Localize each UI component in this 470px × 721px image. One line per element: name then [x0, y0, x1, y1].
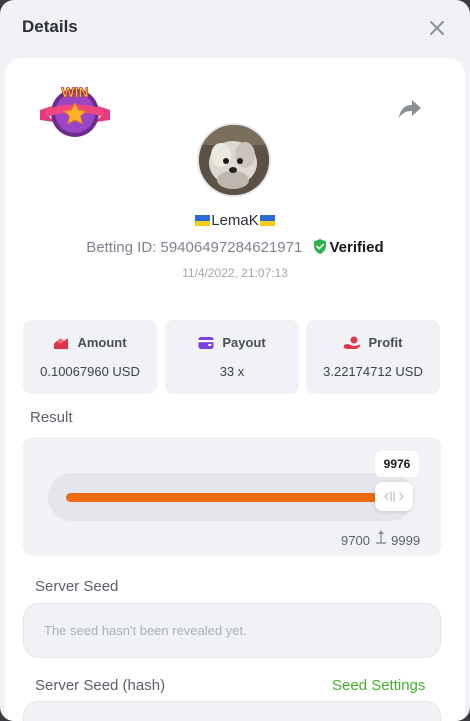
amount-value: 0.10067960 USD	[40, 364, 140, 379]
details-modal: Details WIN LemaK Betting ID: 5940649728…	[0, 0, 470, 721]
payout-value: 33 x	[219, 364, 245, 379]
range-max: 9999	[391, 533, 421, 548]
profit-card: Profit 3.22174712 USD	[306, 320, 440, 394]
amount-label: Amount	[77, 335, 127, 350]
username: LemaK	[5, 212, 465, 229]
details-content: WIN LemaK Betting ID: 59406497284621971 …	[5, 58, 465, 721]
betting-id-label: Betting ID:	[86, 239, 157, 256]
range-min: 9700	[341, 533, 370, 548]
betting-id-value: 59406497284621971	[160, 239, 303, 256]
range-marker-icon	[375, 530, 386, 544]
payout-label: Payout	[222, 335, 266, 350]
result-range: 9700 9999	[341, 529, 437, 549]
share-icon[interactable]	[398, 98, 422, 120]
win-badge: WIN	[40, 84, 110, 137]
profit-value: 3.22174712 USD	[323, 364, 423, 379]
result-track	[48, 473, 414, 521]
slider-grip-icon	[384, 491, 404, 502]
amount-icon	[54, 338, 69, 349]
modal-title: Details	[22, 17, 78, 36]
ukraine-flag-icon	[195, 215, 211, 226]
result-panel: 9976 9700 9999	[23, 437, 441, 556]
profit-label: Profit	[368, 335, 403, 350]
amount-card: Amount 0.10067960 USD	[23, 320, 157, 394]
server-seed-label: Server Seed	[35, 578, 119, 595]
verified-shield-icon	[313, 239, 326, 254]
betting-id-row: Betting ID: 59406497284621971 Verified	[5, 239, 465, 256]
close-icon[interactable]	[426, 17, 448, 39]
result-label: Result	[30, 409, 73, 426]
wallet-icon	[198, 337, 214, 349]
profit-hand-icon	[343, 336, 360, 349]
server-seed-hash-label: Server Seed (hash)	[35, 677, 166, 694]
seed-settings-link[interactable]: Seed Settings	[332, 677, 425, 694]
result-value: 9976	[375, 451, 419, 477]
result-fill	[66, 493, 378, 502]
result-slider-handle[interactable]	[375, 482, 413, 511]
avatar	[197, 123, 271, 197]
win-badge-text: WIN	[61, 84, 88, 100]
verified-label: Verified	[329, 239, 384, 256]
bet-datetime: 11/4/2022, 21:07:13	[182, 266, 288, 280]
modal-header: Details	[0, 0, 470, 56]
ukraine-flag-icon	[259, 215, 275, 226]
server-seed-hash-field	[23, 701, 441, 721]
server-seed-field: The seed hasn't been revealed yet.	[23, 603, 441, 658]
username-text: LemaK	[211, 212, 259, 229]
payout-card: Payout 33 x	[165, 320, 299, 394]
